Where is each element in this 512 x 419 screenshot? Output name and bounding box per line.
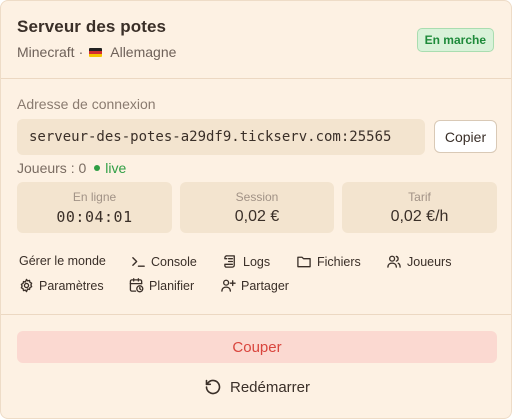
subtitle-separator: · <box>78 44 84 60</box>
console-label: Console <box>151 254 197 269</box>
connection-label: Adresse de connexion <box>17 96 156 112</box>
stat-rate: Tarif 0,02 €/h <box>342 182 497 233</box>
stat-label: En ligne <box>72 190 117 204</box>
schedule-button[interactable]: Planifier <box>129 278 194 293</box>
users-icon <box>387 255 401 268</box>
logs-button[interactable]: Logs <box>223 254 270 269</box>
logs-label: Logs <box>243 254 271 269</box>
terminal-icon <box>132 257 145 267</box>
settings-button[interactable]: Paramètres <box>19 278 104 293</box>
restart-icon <box>205 379 221 395</box>
console-button[interactable]: Console <box>131 254 197 269</box>
stat-value: 0,02 € <box>234 208 280 225</box>
server-region: Allemagne <box>110 44 177 60</box>
copy-button[interactable]: Copier <box>434 120 497 153</box>
stop-server-button[interactable]: Couper <box>17 331 497 363</box>
player-count-text: Joueurs : 0 <box>17 160 87 176</box>
live-dot-icon <box>94 165 101 171</box>
connection-address[interactable]: serveur-des-potes-a29df9.tickserv.com:25… <box>17 119 425 155</box>
manage-world-button[interactable]: Gérer le monde <box>19 254 106 268</box>
user-plus-icon <box>221 279 236 292</box>
stat-value: 00:04:01 <box>56 208 133 226</box>
live-indicator: live <box>94 160 126 176</box>
stat-label: Session <box>235 190 279 204</box>
scroll-icon <box>224 255 235 268</box>
stat-uptime: En ligne 00:04:01 <box>17 182 172 233</box>
players-label: Joueurs <box>407 254 452 269</box>
restart-button[interactable]: Redémarrer <box>17 371 497 403</box>
share-label: Partager <box>241 278 289 293</box>
stat-session: Session 0,02 € <box>180 182 334 233</box>
gear-icon <box>20 278 33 293</box>
schedule-label: Planifier <box>149 278 195 293</box>
stat-value: 0,02 €/h <box>390 208 449 225</box>
header-divider <box>1 78 511 79</box>
share-button[interactable]: Partager <box>220 278 289 293</box>
restart-label: Redémarrer <box>229 378 311 396</box>
stat-label: Tarif <box>408 190 431 204</box>
status-badge: En marche <box>416 28 494 52</box>
game-name: Minecraft <box>17 44 75 60</box>
calendar-clock-icon <box>129 278 144 293</box>
player-count: Joueurs : 0 live <box>17 160 126 176</box>
server-header: Serveur des potes Minecraft · Allemagne … <box>17 17 495 65</box>
germany-flag-icon <box>89 47 103 57</box>
footer-divider <box>1 314 511 315</box>
server-card: Serveur des potes Minecraft · Allemagne … <box>0 0 512 419</box>
files-button[interactable]: Fichiers <box>296 254 361 269</box>
manage-world-label: Gérer le monde <box>19 254 106 268</box>
players-button[interactable]: Joueurs <box>386 254 451 269</box>
live-label: live <box>105 160 127 176</box>
folder-icon <box>297 256 311 268</box>
settings-label: Paramètres <box>39 278 104 293</box>
files-label: Fichiers <box>317 254 361 269</box>
